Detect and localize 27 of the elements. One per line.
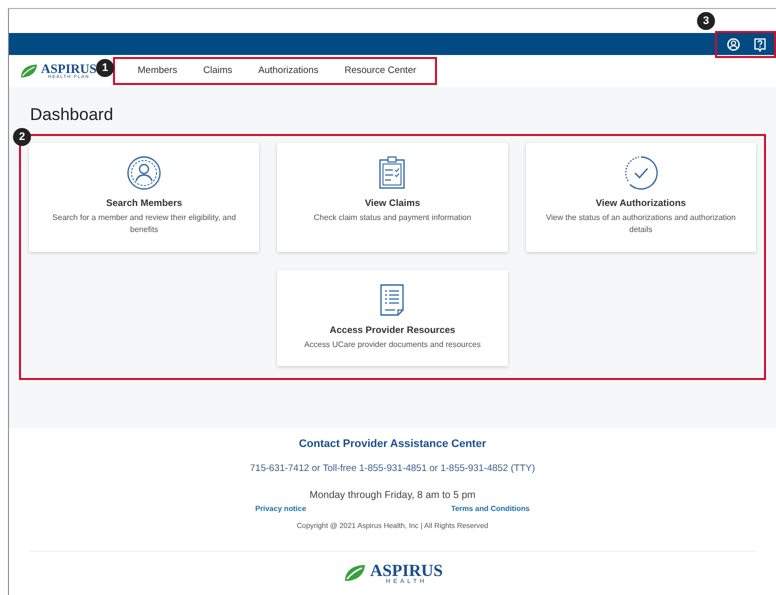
card-description: Search for a member and review their eligibility, and benefits (51, 212, 237, 236)
office-hours: Monday through Friday, 8 am to 5 pm (308, 488, 476, 503)
card-description: Access UCare provider documents and resources (303, 338, 482, 351)
nav-link[interactable]: Claims (190, 64, 246, 78)
dashboard-card[interactable]: Search Members Search for a member and review their eligibility, and benefits (29, 143, 260, 252)
dashboard-card[interactable]: View Authorizations View the status of an authorizations and authorization details (526, 143, 756, 252)
nav-link[interactable]: Members (124, 64, 190, 78)
help-icon[interactable] (754, 38, 766, 52)
card-title: View Authorizations (596, 197, 686, 212)
user-icon[interactable] (727, 38, 740, 51)
nav-link[interactable]: Authorizations (245, 64, 332, 78)
dashboard-card[interactable]: Access Provider Resources Access UCare provider documents and resources (277, 270, 508, 366)
leaf-icon (19, 63, 39, 79)
card-description: View the status of an authorizations and authorization details (544, 212, 737, 236)
checkmark-circle-icon (622, 155, 659, 192)
card-title: Access Provider Resources (330, 324, 456, 338)
phone-numbers: 715-631-7412 or Toll-free 1-855-931-4851 or 1-855-931-4852 (TTY) (249, 462, 536, 476)
callout-number: 3 (697, 12, 715, 30)
card-title: View Claims (364, 197, 420, 212)
footer-heading: Contact Provider Assistance Center (298, 437, 488, 452)
person-icon (126, 155, 162, 192)
callout-number: 1 (96, 59, 114, 77)
card-title: Search Members (106, 197, 182, 212)
dashboard-card[interactable]: View Claims Check claim status and payment information (277, 143, 508, 252)
nav-link[interactable]: Resource Center (331, 64, 430, 78)
page-title: Dashboard (30, 105, 114, 126)
card-description: Check claim status and payment information (312, 212, 472, 224)
